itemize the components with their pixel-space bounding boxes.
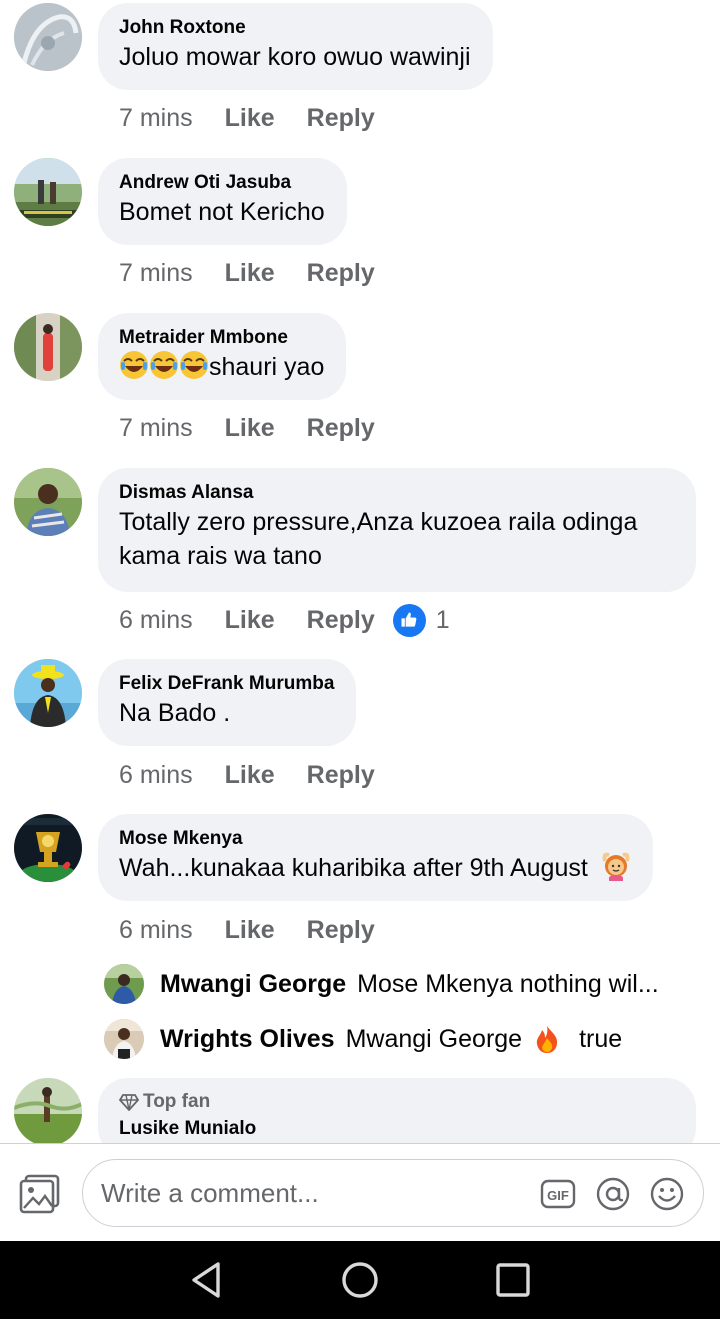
avatar[interactable] <box>14 158 82 226</box>
comment-author[interactable]: John Roxtone <box>119 17 471 39</box>
laughing-emoji-icon <box>179 350 209 380</box>
comment-input[interactable] <box>101 1160 521 1226</box>
reply-text: Mwangi George <box>345 1024 523 1053</box>
comment-bubble[interactable]: Metraider Mmbone shauri yao <box>98 313 347 400</box>
reply-button[interactable]: Reply <box>307 606 375 635</box>
comment-text: Totally zero pressure,Anza kuzoea raila … <box>119 508 638 570</box>
like-button[interactable]: Like <box>225 916 275 945</box>
reaction-count: 1 <box>435 605 450 634</box>
comment-bubble[interactable]: Mose Mkenya Wah...kunakaa kuharibika aft… <box>98 814 653 901</box>
reply-author[interactable]: Wrights Olives <box>160 1025 335 1054</box>
person-gesturing-ok-emoji-icon <box>601 851 631 881</box>
reply-button[interactable]: Reply <box>307 761 375 790</box>
recents-nav-icon[interactable] <box>493 1260 533 1300</box>
comment-input-box[interactable]: GIF <box>82 1159 704 1227</box>
svg-text:GIF: GIF <box>547 1188 569 1203</box>
comment-text: Joluo mowar koro owuo wawinji <box>119 43 471 71</box>
comment-author[interactable]: Felix DeFrank Murumba <box>119 673 334 695</box>
comment-author[interactable]: Lusike Munialo <box>119 1118 674 1140</box>
comment-time[interactable]: 6 mins <box>119 606 193 635</box>
diamond-icon <box>119 1094 139 1111</box>
avatar[interactable] <box>14 313 82 381</box>
comment-bubble[interactable]: John Roxtone Joluo mowar koro owuo wawin… <box>98 3 493 90</box>
like-button[interactable]: Like <box>225 606 275 635</box>
comment-actions: 6 mins Like Reply <box>119 913 407 947</box>
comment-time[interactable]: 6 mins <box>119 916 193 945</box>
comment-time[interactable]: 6 mins <box>119 761 193 790</box>
photo-icon[interactable] <box>19 1174 61 1214</box>
comment-bubble[interactable]: Dismas Alansa Totally zero pressure,Anza… <box>98 468 696 592</box>
at-mention-icon[interactable] <box>595 1176 631 1212</box>
gif-icon[interactable]: GIF <box>540 1176 576 1212</box>
comment-author[interactable]: Metraider Mmbone <box>119 327 324 349</box>
reply-button[interactable]: Reply <box>307 916 375 945</box>
comment-time[interactable]: 7 mins <box>119 104 193 133</box>
comment-bubble[interactable]: Felix DeFrank Murumba Na Bado . <box>98 659 357 746</box>
comment-author[interactable]: Mose Mkenya <box>119 828 631 850</box>
comment-author[interactable]: Andrew Oti Jasuba <box>119 172 325 194</box>
smiley-icon[interactable] <box>649 1176 685 1212</box>
comment-actions: 7 mins Like Reply <box>119 101 407 135</box>
comment-actions: 6 mins Like Reply 1 <box>119 603 450 637</box>
reply-author[interactable]: Mwangi George <box>160 970 346 999</box>
laughing-emoji-icon <box>149 350 179 380</box>
comment-bubble[interactable]: Top fan Lusike Munialo <box>98 1078 696 1144</box>
reply-text: Mose Mkenya nothing wil... <box>357 969 659 998</box>
comment-actions: 6 mins Like Reply <box>119 758 407 792</box>
comment-text: Na Bado . <box>119 699 231 727</box>
comments-list: John Roxtone Joluo mowar koro owuo wawin… <box>0 0 720 1144</box>
comment-actions: 7 mins Like Reply <box>119 256 407 290</box>
reply-text-suffix: true <box>579 1024 623 1053</box>
comment-text-content: Wah...kunakaa kuharibika after 9th Augus… <box>119 854 588 882</box>
top-fan-label: Top fan <box>143 1091 211 1112</box>
avatar[interactable] <box>14 1078 82 1144</box>
comment-author[interactable]: Dismas Alansa <box>119 482 674 504</box>
reply-button[interactable]: Reply <box>307 104 375 133</box>
thumbs-up-icon <box>392 603 426 637</box>
like-button[interactable]: Like <box>225 104 275 133</box>
comment-time[interactable]: 7 mins <box>119 259 193 288</box>
reply-preview[interactable]: Mwangi George Mose Mkenya nothing wil... <box>104 963 659 1005</box>
comment-text: Bomet not Kericho <box>119 198 325 226</box>
avatar[interactable] <box>14 3 82 71</box>
system-navigation-bar <box>0 1241 720 1319</box>
comment-bubble[interactable]: Andrew Oti Jasuba Bomet not Kericho <box>98 158 347 245</box>
comment-time[interactable]: 7 mins <box>119 414 193 443</box>
comment-actions: 7 mins Like Reply <box>119 411 407 445</box>
reply-button[interactable]: Reply <box>307 259 375 288</box>
reply-preview[interactable]: Wrights Olives Mwangi George true <box>104 1018 622 1060</box>
back-nav-icon[interactable] <box>186 1260 226 1300</box>
avatar[interactable] <box>104 964 144 1004</box>
like-button[interactable]: Like <box>225 761 275 790</box>
reply-button[interactable]: Reply <box>307 414 375 443</box>
comment-composer: GIF <box>0 1144 720 1241</box>
like-button[interactable]: Like <box>225 414 275 443</box>
fire-emoji-icon <box>532 1024 562 1054</box>
top-fan-badge: Top fan <box>119 1091 674 1113</box>
comment-text: Wah...kunakaa kuharibika after 9th Augus… <box>119 851 631 885</box>
avatar[interactable] <box>14 659 82 727</box>
avatar[interactable] <box>14 814 82 882</box>
comment-text-content: shauri yao <box>209 353 325 381</box>
home-nav-icon[interactable] <box>340 1260 380 1300</box>
reaction-summary[interactable]: 1 <box>392 603 450 637</box>
avatar[interactable] <box>14 468 82 536</box>
avatar[interactable] <box>104 1019 144 1059</box>
laughing-emoji-icon <box>119 350 149 380</box>
comment-text: shauri yao <box>119 350 324 384</box>
like-button[interactable]: Like <box>225 259 275 288</box>
